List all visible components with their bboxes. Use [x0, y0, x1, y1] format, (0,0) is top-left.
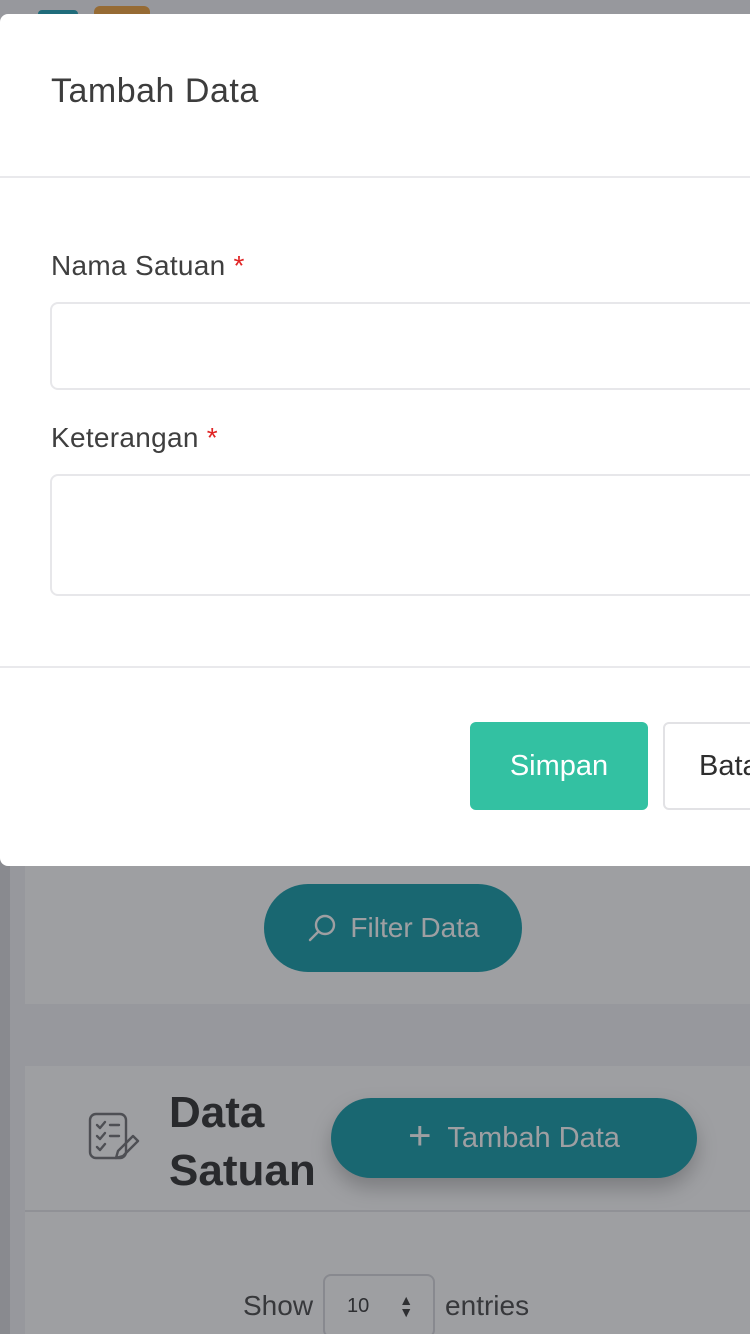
keterangan-label-text: Keterangan: [51, 422, 199, 453]
modal-header: Tambah Data: [0, 14, 750, 178]
keterangan-label: Keterangan *: [51, 422, 218, 454]
required-mark: *: [233, 250, 245, 281]
nama-satuan-input[interactable]: [50, 302, 750, 390]
modal-body: Nama Satuan * Keterangan *: [0, 178, 750, 668]
modal-footer: Simpan Batal: [0, 668, 750, 864]
modal-title: Tambah Data: [51, 72, 259, 110]
required-mark: *: [206, 422, 218, 453]
keterangan-textarea[interactable]: [50, 474, 750, 596]
batal-button[interactable]: Batal: [663, 722, 750, 810]
tambah-data-modal: Tambah Data Nama Satuan * Keterangan * Sim…: [0, 14, 750, 866]
nama-satuan-label: Nama Satuan *: [51, 250, 245, 282]
simpan-button[interactable]: Simpan: [470, 722, 648, 810]
nama-satuan-label-text: Nama Satuan: [51, 250, 226, 281]
